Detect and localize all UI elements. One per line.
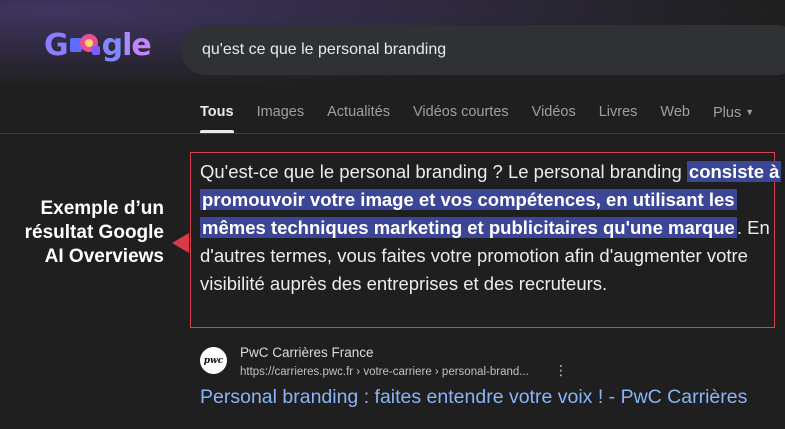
search-box[interactable]	[181, 25, 785, 75]
tab-images[interactable]: Images	[257, 103, 305, 133]
site-name[interactable]: PwC Carrières France	[240, 345, 374, 360]
logo-letter: e	[131, 28, 151, 63]
logo-letter: G	[44, 28, 69, 63]
callout-label: Exemple d’un résultat Google AI Overview…	[24, 198, 164, 267]
source-result: pwc PwC Carrières France https://carrier…	[200, 344, 780, 424]
tab-plus[interactable]: Plus ▼	[713, 103, 754, 133]
more-options-icon[interactable]: ⋮	[554, 363, 568, 377]
search-tabs: Tous Images Actualités Vidéos courtes Vi…	[200, 103, 777, 133]
pwc-favicon-icon[interactable]: pwc	[200, 347, 227, 374]
tab-label: Livres	[598, 104, 638, 120]
search-input[interactable]	[200, 40, 764, 60]
tab-livres[interactable]: Livres	[599, 103, 638, 133]
callout-arrow-icon	[172, 233, 189, 253]
logo-letter: l	[122, 28, 132, 63]
tabs-divider	[0, 133, 785, 134]
doodle-icon	[68, 30, 102, 58]
tab-videos-courtes[interactable]: Vidéos courtes	[413, 103, 509, 133]
tab-videos[interactable]: Vidéos	[532, 103, 576, 133]
tab-label: Actualités	[327, 104, 390, 120]
caret-down-icon: ▼	[745, 107, 755, 117]
tab-label: Tous	[200, 104, 234, 120]
tab-tous[interactable]: Tous	[200, 103, 234, 133]
tab-label: Images	[256, 104, 305, 120]
tab-label: Web	[660, 104, 690, 120]
favicon-label: pwc	[203, 355, 224, 366]
google-doodle-logo[interactable]: G gle	[44, 28, 152, 68]
result-title-link[interactable]: Personal branding : faites entendre votr…	[200, 386, 747, 409]
tab-label: Vidéos	[531, 104, 576, 120]
tab-actualites[interactable]: Actualités	[327, 103, 390, 133]
tab-label: Vidéos courtes	[413, 104, 509, 120]
overview-text-part: Qu'est-ce que le personal branding ? Le …	[200, 161, 687, 182]
site-url[interactable]: https://carrieres.pwc.fr › votre-carrier…	[240, 366, 529, 378]
logo-letter: g	[101, 28, 124, 63]
ai-overview-text: Qu'est-ce que le personal branding ? Le …	[200, 158, 782, 298]
tab-label: Plus	[712, 105, 742, 121]
tab-web[interactable]: Web	[660, 103, 690, 133]
